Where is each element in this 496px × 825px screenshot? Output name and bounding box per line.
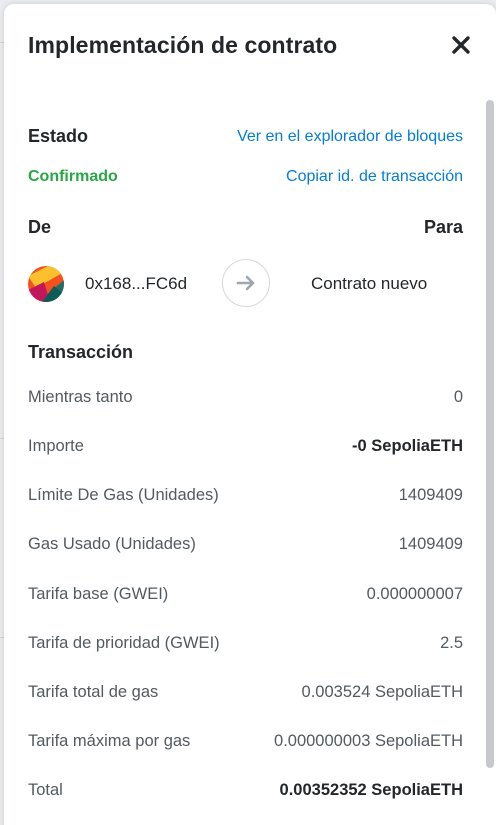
- tx-row-label: Límite De Gas (Unidades): [28, 485, 219, 504]
- tx-row-label: Tarifa de prioridad (GWEI): [28, 633, 220, 652]
- tx-row-gas-used: Gas Usado (Unidades) 1409409: [28, 532, 463, 556]
- to-address: Contrato nuevo: [311, 274, 428, 293]
- view-explorer-link[interactable]: Ver en el explorador de bloques: [237, 128, 463, 146]
- status-value-row: Confirmado Copiar id. de transacción: [28, 168, 463, 186]
- tx-row-label: Gas Usado (Unidades): [28, 534, 196, 553]
- tx-row-value: 0.000000003 SepoliaETH: [274, 731, 463, 750]
- tx-row-label: Tarifa total de gas: [28, 682, 159, 701]
- status-label: Estado: [28, 126, 89, 146]
- to-label: Para: [423, 217, 463, 237]
- scrollbar[interactable]: [486, 100, 494, 768]
- tx-row-total: Total 0.00352352 SepoliaETH: [28, 778, 463, 802]
- transaction-details-modal: Implementación de contrato Estado Ver en…: [4, 4, 496, 825]
- tx-row-label: Importe: [28, 436, 84, 455]
- tx-row-max-fee: Tarifa máxima por gas 0.000000003 Sepoli…: [28, 729, 463, 753]
- account-avatar-icon[interactable]: [28, 266, 64, 302]
- arrow-right-icon: [222, 259, 270, 307]
- copy-tx-id-link[interactable]: Copiar id. de transacción: [286, 168, 463, 186]
- close-icon[interactable]: [450, 34, 472, 56]
- tx-row-nonce: Mientras tanto 0: [28, 385, 463, 409]
- tx-row-base-fee: Tarifa base (GWEI) 0.000000007: [28, 582, 463, 606]
- tx-row-value: 2.5: [440, 633, 463, 652]
- transaction-heading: Transacción: [28, 342, 134, 362]
- tx-row-total-gas-fee: Tarifa total de gas 0.003524 SepoliaETH: [28, 680, 463, 704]
- tx-row-value: -0 SepoliaETH: [352, 436, 463, 455]
- tx-row-amount: Importe -0 SepoliaETH: [28, 434, 463, 458]
- tx-row-value: 0: [453, 387, 463, 406]
- transaction-header: Transacción: [28, 342, 463, 363]
- tx-row-priority-fee: Tarifa de prioridad (GWEI) 2.5: [28, 631, 463, 655]
- address-row: 0x168...FC6d Contrato nuevo: [28, 256, 463, 310]
- tx-row-value: 1409409: [398, 485, 463, 504]
- from-address[interactable]: 0x168...FC6d: [85, 274, 187, 294]
- status-badge: Confirmado: [28, 168, 118, 185]
- tx-row-value: 1409409: [398, 534, 463, 553]
- tx-row-value: 0.00352352 SepoliaETH: [279, 780, 463, 799]
- modal-title: Implementación de contrato: [28, 32, 338, 58]
- tx-row-label: Total: [28, 780, 63, 799]
- tx-row-value: 0.000000007: [366, 584, 463, 603]
- tx-row-gas-limit: Límite De Gas (Unidades) 1409409: [28, 483, 463, 507]
- tx-row-value: 0.003524 SepoliaETH: [301, 682, 463, 701]
- status-row: Estado Ver en el explorador de bloques: [28, 126, 463, 147]
- tx-row-label: Tarifa base (GWEI): [28, 584, 169, 603]
- tx-row-label: Tarifa máxima por gas: [28, 731, 191, 750]
- parties-header: De Para: [28, 217, 463, 238]
- tx-row-label: Mientras tanto: [28, 387, 133, 406]
- from-label: De: [28, 217, 52, 237]
- modal-header: Implementación de contrato: [4, 4, 496, 94]
